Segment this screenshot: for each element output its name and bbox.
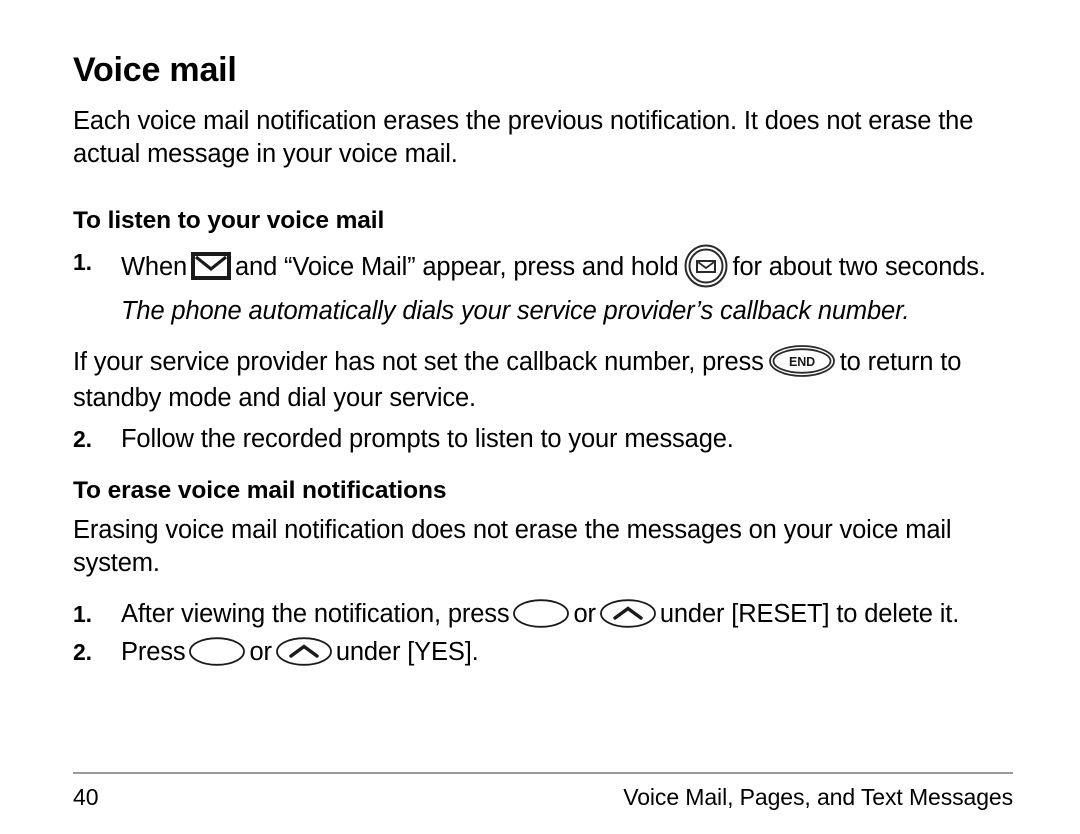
message-round-key-icon xyxy=(684,244,728,288)
list-item: 1. When and “Voice Mail” appear, press an… xyxy=(73,244,1013,329)
step-italic-note: The phone automatically dials your servi… xyxy=(121,296,910,325)
document-page: Voice mail Each voice mail notification … xyxy=(0,0,1080,834)
list-item: 2. Follow the recorded prompts to listen… xyxy=(73,421,1013,457)
callback-note-paragraph: If your service provider has not set the… xyxy=(73,344,1013,415)
section-heading-listen: To listen to your voice mail xyxy=(73,206,385,234)
step-text: Press or under [YES]. xyxy=(121,637,479,667)
right-softkey-chevron-icon xyxy=(275,637,332,666)
page-title: Voice mail xyxy=(73,51,237,89)
step-text-after-softkeys: under [YES]. xyxy=(335,638,479,667)
svg-text:END: END xyxy=(789,355,815,369)
step-text-before-softkey: After viewing the notification, press xyxy=(121,600,510,629)
step-number: 1. xyxy=(73,601,92,628)
list-item: 1. After viewing the notification, press… xyxy=(73,596,1013,632)
step-text: After viewing the notification, press or u… xyxy=(121,599,960,629)
page-content: Voice mail Each voice mail notification … xyxy=(73,52,1013,672)
section-heading-erase: To erase voice mail notifications xyxy=(73,476,447,504)
footer-divider xyxy=(73,772,1013,774)
step-text: Follow the recorded prompts to listen to… xyxy=(121,424,734,453)
right-softkey-chevron-icon xyxy=(599,599,656,628)
intro-paragraph: Each voice mail notification erases the … xyxy=(73,106,974,168)
step-number: 1. xyxy=(73,248,92,275)
erase-intro-paragraph: Erasing voice mail notification does not… xyxy=(73,516,952,578)
left-softkey-oval-icon xyxy=(189,637,246,666)
footer-page-number: 40 xyxy=(73,784,99,810)
step-text-after-softkeys: under [RESET] to delete it. xyxy=(659,600,960,629)
page-footer: 40 Voice Mail, Pages, and Text Messages xyxy=(73,784,1013,811)
step-number: 2. xyxy=(73,425,92,452)
step-text-between-softkeys: or xyxy=(249,638,272,667)
footer-section-title: Voice Mail, Pages, and Text Messages xyxy=(623,784,1013,810)
step-text-after-key: for about two seconds. xyxy=(732,253,986,282)
step-text-before-softkey: Press xyxy=(121,638,186,667)
envelope-icon xyxy=(191,252,232,281)
end-key-icon: END xyxy=(768,344,835,377)
list-item: 2. Press or under [YES]. xyxy=(73,634,1013,670)
step-text-before-envelope: When xyxy=(121,253,188,282)
step-text-after-envelope: and “Voice Mail” appear, press and hold xyxy=(235,253,679,282)
left-softkey-oval-icon xyxy=(513,599,570,628)
step-number: 2. xyxy=(73,639,92,666)
step-text: When and “Voice Mail” appear, press and h… xyxy=(121,244,986,325)
note-text-before-key: If your service provider has not set the… xyxy=(73,348,764,377)
step-text-between-softkeys: or xyxy=(573,600,596,629)
